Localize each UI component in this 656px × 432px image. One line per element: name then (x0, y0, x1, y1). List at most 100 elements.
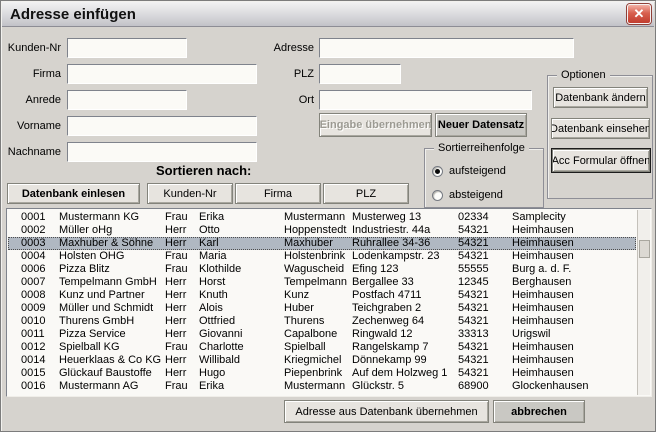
table-cell: Giovanni (199, 328, 242, 341)
view-database-button[interactable]: Datenbank einsehen (551, 118, 650, 139)
table-row[interactable]: 0001Mustermann KGFrauErikaMustermannMust… (8, 211, 636, 224)
table-cell: Lodenkampstr. 23 (352, 250, 439, 263)
table-cell: Heimhausen (512, 237, 574, 250)
table-cell: Huber (284, 302, 314, 315)
table-cell: Piepenbrink (284, 367, 342, 380)
sort-by-heading: Sortieren nach: (156, 163, 251, 178)
table-row[interactable]: 0010Thurens GmbHHerrOttfriedThurensZeche… (8, 315, 636, 328)
table-cell: Frau (165, 341, 188, 354)
kunden-nr-label: Kunden-Nr (1, 38, 61, 58)
cancel-button[interactable]: abbrechen (493, 400, 585, 423)
address-table[interactable]: 0001Mustermann KGFrauErikaMustermannMust… (6, 208, 652, 397)
table-cell: Tempelmann (284, 276, 347, 289)
table-cell: 68900 (458, 380, 489, 393)
table-row[interactable]: 0007Tempelmann GmbHHerrHorstTempelmannBe… (8, 276, 636, 289)
table-cell: Herr (165, 302, 186, 315)
vorname-field[interactable] (67, 116, 257, 136)
table-cell: 54321 (458, 354, 489, 367)
table-row[interactable]: 0009Müller und SchmidtHerrAloisHuberTeic… (8, 302, 636, 315)
table-row[interactable]: 0003Maxhuber & SöhneHerrKarlMaxhuberRuhr… (8, 237, 636, 250)
table-cell: Willibald (199, 354, 240, 367)
table-row[interactable]: 0008Kunz und PartnerHerrKnuthKunzPostfac… (8, 289, 636, 302)
ort-field[interactable] (319, 90, 532, 110)
table-cell: Samplecity (512, 211, 566, 224)
open-acc-form-button[interactable]: Acc Formular öffnen (552, 149, 650, 172)
table-row[interactable]: 0015Glückauf BaustoffeHerrHugoPiepenbrin… (8, 367, 636, 380)
table-cell: Glückauf Baustoffe (59, 367, 152, 380)
table-cell: 54321 (458, 224, 489, 237)
nachname-label: Nachname (1, 142, 61, 162)
firma-label: Firma (1, 64, 61, 84)
table-cell: Knuth (199, 289, 228, 302)
scrollbar-thumb[interactable] (639, 240, 650, 258)
anrede-field[interactable] (67, 90, 187, 110)
table-row[interactable]: 0012Spielball KGFrauCharlotteSpielballRa… (8, 341, 636, 354)
table-row[interactable]: 0011Pizza ServiceHerrGiovanniCapalboneRi… (8, 328, 636, 341)
table-cell: Mustermann (284, 380, 345, 393)
read-database-button[interactable]: Datenbank einlesen (7, 183, 140, 204)
table-cell: Pizza Service (59, 328, 126, 341)
close-icon[interactable]: ✕ (627, 4, 651, 24)
table-cell: Maxhuber (284, 237, 333, 250)
sort-by-plz-button[interactable]: PLZ (323, 183, 409, 204)
table-cell: Kriegmichel (284, 354, 341, 367)
adresse-field[interactable] (319, 38, 574, 58)
table-cell: Teichgraben 2 (352, 302, 421, 315)
table-cell: Heimhausen (512, 341, 574, 354)
table-cell: Spielball (284, 341, 326, 354)
table-row[interactable]: 0004Holsten OHGFrauMariaHolstenbrinkLode… (8, 250, 636, 263)
table-cell: Frau (165, 263, 188, 276)
firma-field[interactable] (67, 64, 257, 84)
table-cell: Herr (165, 289, 186, 302)
nachname-field[interactable] (67, 142, 257, 162)
sort-descending-label: absteigend (449, 189, 503, 201)
table-cell: Rangelskamp 7 (352, 341, 428, 354)
table-cell: Urigswil (512, 328, 551, 341)
sort-by-kunden-nr-button[interactable]: Kunden-Nr (147, 183, 233, 204)
table-cell: Heimhausen (512, 367, 574, 380)
table-cell: 0004 (21, 250, 45, 263)
table-cell: 0015 (21, 367, 45, 380)
table-cell: 0014 (21, 354, 45, 367)
table-cell: Efing 123 (352, 263, 398, 276)
table-cell: 33313 (458, 328, 489, 341)
sort-ascending-option[interactable]: aufsteigend (432, 165, 506, 177)
table-cell: Pizza Blitz (59, 263, 110, 276)
radio-ascending-icon[interactable] (432, 166, 443, 177)
radio-descending-icon[interactable] (432, 190, 443, 201)
sort-by-firma-button[interactable]: Firma (235, 183, 321, 204)
plz-label: PLZ (244, 64, 314, 84)
table-cell: Dönnekamp 99 (352, 354, 427, 367)
apply-entry-button[interactable]: Eingabe übernehmen (319, 113, 432, 137)
accept-address-button[interactable]: Adresse aus Datenbank übernehmen (284, 400, 489, 423)
table-cell: Mustermann AG (59, 380, 138, 393)
table-cell: 0008 (21, 289, 45, 302)
table-cell: Heuerklaas & Co KG (59, 354, 161, 367)
change-database-button[interactable]: Datenbank ändern (553, 87, 648, 108)
table-cell: 0009 (21, 302, 45, 315)
table-cell: Thurens (284, 315, 324, 328)
table-scrollbar[interactable] (637, 210, 650, 395)
table-cell: Auf dem Holzweg 1 (352, 367, 447, 380)
new-record-button[interactable]: Neuer Datensatz (435, 113, 527, 137)
table-row[interactable]: 0014Heuerklaas & Co KGHerrWillibaldKrieg… (8, 354, 636, 367)
table-cell: Herr (165, 276, 186, 289)
table-cell: Heimhausen (512, 315, 574, 328)
table-cell: Holsten OHG (59, 250, 124, 263)
table-cell: Bergallee 33 (352, 276, 414, 289)
table-cell: Hugo (199, 367, 225, 380)
kunden-nr-field[interactable] (67, 38, 187, 58)
table-cell: Capalbone (284, 328, 337, 341)
table-cell: 54321 (458, 367, 489, 380)
table-cell: Heimhausen (512, 224, 574, 237)
table-cell: Maxhuber & Söhne (59, 237, 153, 250)
table-cell: Musterweg 13 (352, 211, 421, 224)
table-cell: Kunz (284, 289, 309, 302)
table-row[interactable]: 0002Müller oHgHerrOttoHoppenstedtIndustr… (8, 224, 636, 237)
sort-descending-option[interactable]: absteigend (432, 189, 503, 201)
table-cell: Glockenhausen (512, 380, 588, 393)
plz-field[interactable] (319, 64, 401, 84)
table-row[interactable]: 0016Mustermann AGFrauErikaMustermannGlüc… (8, 380, 636, 393)
table-cell: Herr (165, 328, 186, 341)
table-row[interactable]: 0006Pizza BlitzFrauKlothildeWaguscheidEf… (8, 263, 636, 276)
